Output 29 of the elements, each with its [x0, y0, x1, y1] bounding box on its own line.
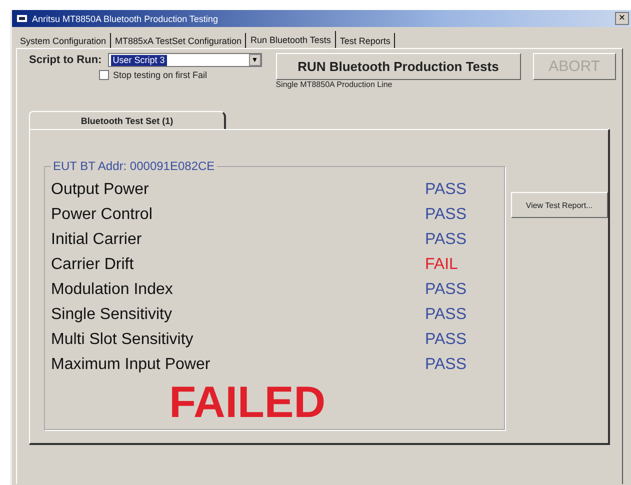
checkbox[interactable] — [99, 70, 109, 80]
test-name: Maximum Input Power — [51, 356, 212, 374]
test-result: FAIL — [425, 256, 458, 274]
test-set-tab[interactable]: Bluetooth Test Set (1) — [29, 111, 226, 129]
test-name: Initial Carrier — [51, 230, 143, 248]
test-result: PASS — [425, 306, 466, 324]
run-button[interactable]: RUN Bluetooth Production Tests — [276, 53, 521, 80]
line-note: Single MT8850A Production Line — [276, 80, 394, 89]
test-name: Output Power — [51, 180, 150, 198]
test-name: Multi Slot Sensitivity — [51, 330, 194, 348]
test-name: Power Control — [51, 206, 154, 224]
window-title: Anritsu MT8850A Bluetooth Production Testing — [32, 14, 219, 24]
overall-result: FAILED — [169, 381, 326, 425]
test-result: PASS — [425, 330, 466, 348]
test-name: Modulation Index — [51, 280, 174, 298]
test-name: Carrier Drift — [51, 256, 135, 274]
app-icon — [16, 14, 28, 23]
dropdown-value: User Script 3 — [110, 54, 167, 66]
test-result: PASS — [425, 206, 466, 224]
script-label: Script to Run: — [29, 54, 102, 66]
test-name: Single Sensitivity — [51, 306, 173, 324]
checkbox-label: Stop testing on first Fail — [113, 70, 208, 80]
group-title: EUT BT Addr: 000091E082CE — [51, 159, 217, 173]
close-button[interactable]: × — [615, 12, 629, 25]
view-report-button[interactable]: View Test Report... — [510, 192, 608, 218]
test-result: PASS — [425, 230, 466, 248]
test-result: PASS — [425, 280, 466, 298]
test-result: PASS — [425, 356, 466, 374]
test-result: PASS — [425, 180, 466, 198]
